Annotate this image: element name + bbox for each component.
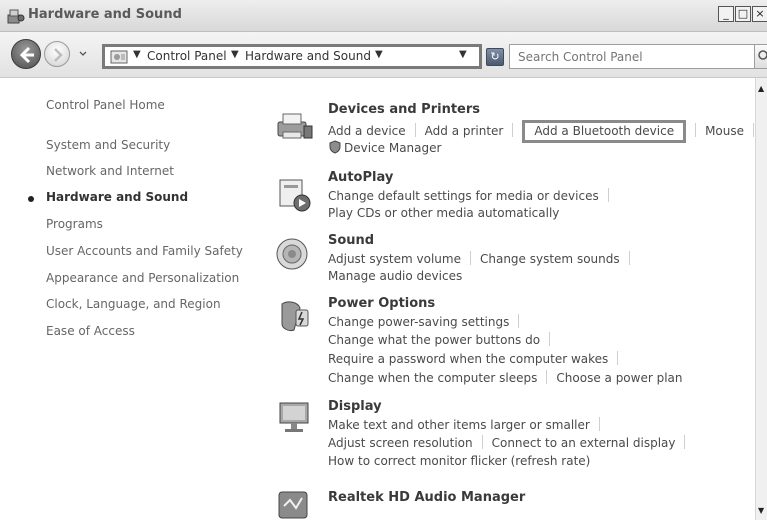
link-separator (607, 188, 609, 202)
link-change-power-saving-settings[interactable]: Change power-saving settings (328, 315, 509, 329)
link-correct-monitor-flicker[interactable]: How to correct monitor flicker (refresh … (328, 454, 590, 468)
control-panel-icon (110, 50, 128, 64)
category-links: Device Manager (328, 140, 441, 158)
category-links: Change default settings for media or dev… (328, 188, 618, 206)
refresh-icon: ↻ (490, 50, 500, 63)
minimize-button[interactable]: _ (718, 6, 734, 22)
link-add-a-printer[interactable]: Add a printer (425, 124, 504, 138)
link-separator (414, 123, 416, 137)
category-links: Change power-saving settings (328, 314, 528, 332)
link-separator (695, 123, 697, 137)
refresh-button[interactable]: ↻ (486, 48, 504, 66)
breadcrumb-hardware-and-sound[interactable]: Hardware and Sound (245, 49, 371, 63)
maximize-button[interactable]: □ (735, 6, 751, 22)
scroll-up-icon[interactable]: ▲ (758, 84, 764, 93)
sidebar-item-user-accounts[interactable]: User Accounts and Family Safety (46, 244, 243, 258)
close-button[interactable]: × (752, 6, 767, 22)
recent-pages-dropdown-icon[interactable] (78, 46, 88, 62)
content-pane: Devices and Printers Add a device Add a p… (255, 78, 755, 520)
autoplay-icon[interactable] (274, 176, 314, 212)
category-links: Manage audio devices (328, 269, 462, 287)
current-location-bullet (28, 196, 34, 202)
sidebar-item-ease-of-access[interactable]: Ease of Access (46, 324, 135, 338)
search-icon (758, 50, 767, 60)
link-separator (512, 123, 514, 137)
title-bar: Hardware and Sound _ □ × (0, 0, 767, 32)
link-power-buttons[interactable]: Change what the power buttons do (328, 333, 540, 347)
category-title[interactable]: Devices and Printers (328, 102, 480, 117)
category-links: Add a device Add a printer Add a Bluetooth… (328, 120, 763, 143)
link-play-cds-automatically[interactable]: Play CDs or other media automatically (328, 206, 559, 220)
forward-button[interactable] (44, 41, 70, 67)
sidebar-item-hardware-and-sound[interactable]: Hardware and Sound (46, 190, 188, 204)
link-separator (549, 332, 551, 346)
breadcrumb-separator-icon[interactable]: ▼ (231, 49, 239, 60)
link-adjust-screen-resolution[interactable]: Adjust screen resolution (328, 436, 473, 450)
link-require-password-on-wake[interactable]: Require a password when the computer wak… (328, 352, 608, 366)
printer-icon[interactable] (274, 108, 314, 144)
link-separator (546, 370, 548, 384)
link-manage-audio-devices[interactable]: Manage audio devices (328, 269, 462, 283)
link-device-manager[interactable]: Device Manager (344, 141, 441, 155)
sidebar-item-system-and-security[interactable]: System and Security (46, 138, 170, 152)
back-button[interactable] (11, 39, 41, 69)
link-add-a-device[interactable]: Add a device (328, 124, 406, 138)
category-links: Make text and other items larger or smal… (328, 417, 609, 435)
breadcrumb-control-panel[interactable]: Control Panel (147, 49, 227, 63)
sidebar-item-appearance[interactable]: Appearance and Personalization (46, 271, 239, 285)
category-links: Adjust screen resolution Connect to an ex… (328, 435, 694, 453)
link-separator (598, 417, 600, 431)
sidebar-item-control-panel-home[interactable]: Control Panel Home (46, 98, 165, 112)
category-links: Change when the computer sleeps Choose a … (328, 370, 683, 388)
link-change-system-sounds[interactable]: Change system sounds (480, 252, 620, 266)
realtek-icon[interactable] (274, 486, 314, 520)
search-button[interactable] (754, 44, 767, 69)
address-dropdown-icon[interactable]: ▼ (459, 49, 467, 60)
breadcrumb-separator-icon[interactable]: ▼ (375, 49, 383, 60)
category-links: Change what the power buttons do (328, 332, 559, 350)
link-change-sleep-time[interactable]: Change when the computer sleeps (328, 371, 537, 385)
link-adjust-system-volume[interactable]: Adjust system volume (328, 252, 461, 266)
hardware-sound-icon (7, 9, 25, 24)
link-connect-external-display[interactable]: Connect to an external display (492, 436, 676, 450)
sidebar-item-clock-language-region[interactable]: Clock, Language, and Region (46, 297, 221, 311)
link-choose-power-plan[interactable]: Choose a power plan (556, 371, 682, 385)
forward-arrow-icon (54, 48, 63, 62)
link-change-default-media-settings[interactable]: Change default settings for media or dev… (328, 189, 599, 203)
link-separator (753, 123, 755, 137)
link-separator (628, 251, 630, 265)
link-make-text-larger[interactable]: Make text and other items larger or smal… (328, 418, 590, 432)
shield-icon (329, 140, 341, 154)
vertical-scrollbar[interactable]: ▲ ▼ (755, 78, 767, 520)
window-title: Hardware and Sound (28, 7, 182, 22)
category-links: How to correct monitor flicker (refresh … (328, 454, 590, 472)
category-title[interactable]: Power Options (328, 296, 435, 311)
address-bar[interactable]: ▼ Control Panel ▼ Hardware and Sound ▼ ▼ (102, 44, 482, 69)
category-links: Require a password when the computer wak… (328, 351, 627, 369)
category-title[interactable]: Realtek HD Audio Manager (328, 490, 525, 505)
link-separator (617, 351, 619, 365)
speaker-icon[interactable] (274, 236, 314, 272)
power-options-icon[interactable] (274, 298, 314, 334)
search-input[interactable] (509, 44, 755, 69)
link-separator (518, 314, 520, 328)
link-separator (684, 435, 686, 449)
link-mouse[interactable]: Mouse (705, 124, 744, 138)
back-arrow-icon (19, 46, 34, 64)
link-separator (469, 251, 471, 265)
category-links: Play CDs or other media automatically (328, 206, 559, 224)
category-links: Adjust system volume Change system sounds (328, 251, 639, 269)
category-title[interactable]: Display (328, 399, 382, 414)
navigation-bar: ▼ Control Panel ▼ Hardware and Sound ▼ ▼… (0, 32, 767, 78)
monitor-icon[interactable] (274, 400, 314, 436)
sidebar-item-programs[interactable]: Programs (46, 217, 103, 231)
sidebar-item-network-and-internet[interactable]: Network and Internet (46, 164, 174, 178)
category-title[interactable]: Sound (328, 233, 374, 248)
link-add-a-bluetooth-device[interactable]: Add a Bluetooth device (522, 120, 687, 143)
breadcrumb-separator-icon[interactable]: ▼ (133, 49, 141, 60)
scroll-down-icon[interactable]: ▼ (758, 506, 764, 515)
link-separator (481, 435, 483, 449)
category-title[interactable]: AutoPlay (328, 170, 393, 185)
